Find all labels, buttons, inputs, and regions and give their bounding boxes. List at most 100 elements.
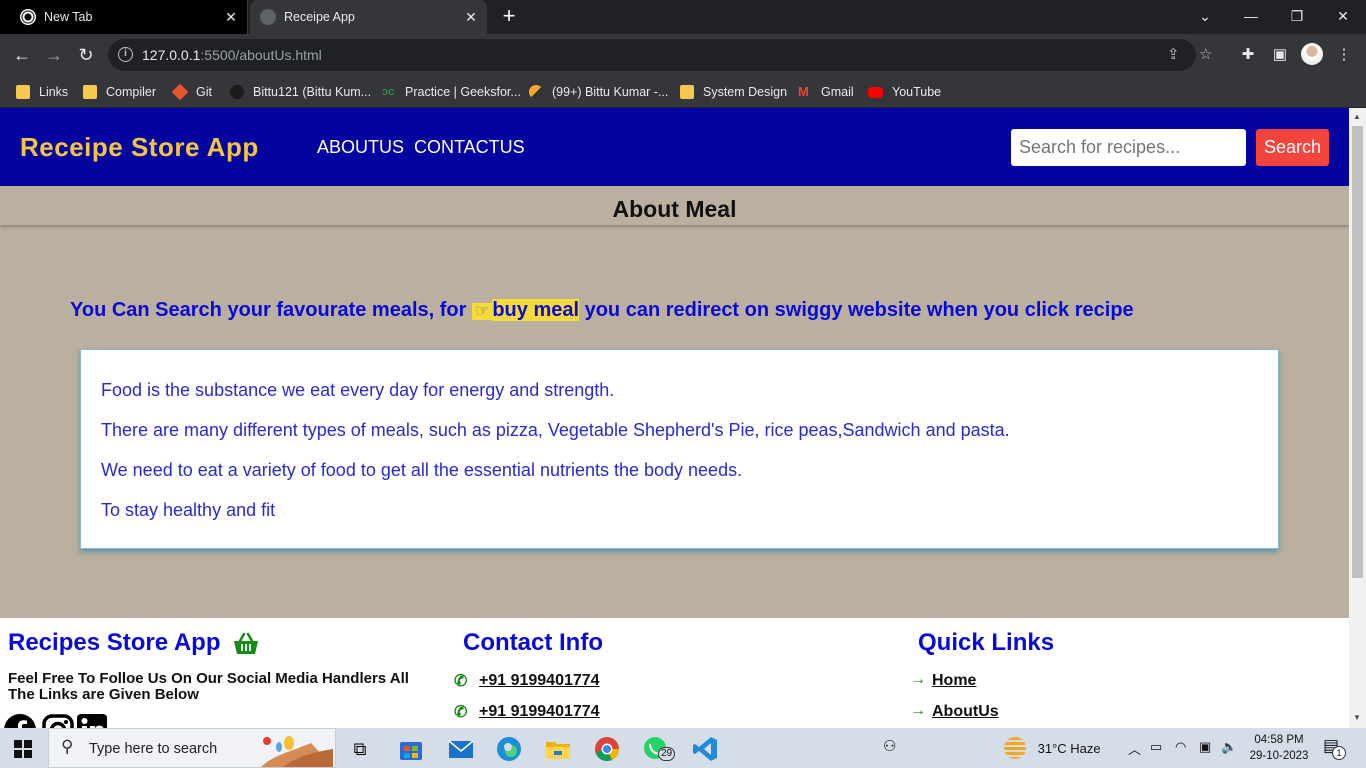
scrollbar-thumb[interactable] xyxy=(1352,126,1363,578)
bookmark-links[interactable]: Links xyxy=(16,83,68,101)
notification-icon[interactable]: ▤ 1 xyxy=(1323,736,1346,760)
bookmark-youtube[interactable]: YouTube xyxy=(868,83,941,101)
about-paragraph: Food is the substance we eat every day f… xyxy=(101,380,615,400)
scroll-up-icon[interactable]: ▲ xyxy=(1353,112,1361,121)
follow-text: Feel Free To Folloe Us On Our Social Med… xyxy=(8,670,409,703)
taskbar-search[interactable]: ⚲ Type here to search xyxy=(48,728,336,768)
chrome-icon xyxy=(20,9,36,25)
facebook-icon[interactable] xyxy=(4,714,36,728)
tagline: You Can Search your favourate meals, for… xyxy=(70,299,1134,322)
menu-icon[interactable]: ⋮ xyxy=(1333,44,1355,66)
back-button[interactable]: ← xyxy=(9,42,35,68)
search-button[interactable]: Search xyxy=(1256,129,1329,166)
clock-date: 29-10-2023 xyxy=(1249,750,1309,762)
tab-title: Receipe App xyxy=(284,10,355,24)
volume-icon[interactable]: 🔈 xyxy=(1221,739,1237,755)
edge-icon[interactable] xyxy=(494,734,524,764)
tab-new-tab[interactable]: New Tab ✕ xyxy=(0,0,248,34)
bookmark-linkedin-profile[interactable]: (99+) Bittu Kumar -... xyxy=(529,83,668,101)
nav-contactus[interactable]: CONTACTUS xyxy=(414,137,525,158)
site-brand[interactable]: Receipe Store App xyxy=(20,132,259,163)
side-panel-icon[interactable]: ▣ xyxy=(1269,44,1291,66)
arrow-right-icon: → xyxy=(910,671,926,688)
bookmark-star-icon[interactable]: ☆ xyxy=(1199,45,1212,63)
pointing-hand-icon: ☞ xyxy=(471,303,493,320)
site-footer: Recipes Store App Feel Free To Folloe Us… xyxy=(0,618,1349,728)
share-icon[interactable]: ⇪ xyxy=(1167,45,1180,63)
bookmark-compiler[interactable]: Compiler xyxy=(83,83,156,101)
folder-icon xyxy=(16,85,30,99)
geeksforgeeks-icon: ↄc xyxy=(382,86,395,98)
phone-icon: ✆ xyxy=(454,673,468,690)
basket-icon xyxy=(234,632,259,654)
folder-icon xyxy=(680,85,694,99)
profile-avatar[interactable] xyxy=(1301,43,1323,65)
phone-icon: ✆ xyxy=(454,704,468,721)
battery-icon[interactable]: ▭ xyxy=(1150,739,1162,755)
bookmark-github[interactable]: Bittu121 (Bittu Kum... xyxy=(230,83,371,101)
bookmark-gmail[interactable]: M Gmail xyxy=(798,83,854,101)
extensions-icon[interactable]: ✚ xyxy=(1237,44,1259,66)
vscode-icon[interactable] xyxy=(690,734,720,764)
windows-taskbar: ⚲ Type here to search ⧉ 29 ⚇ 31°C Haze ︿… xyxy=(0,728,1366,768)
youtube-icon xyxy=(868,86,883,98)
url-text[interactable]: 127.0.0.1:5500/aboutUs.html xyxy=(142,47,322,63)
github-icon xyxy=(230,85,244,99)
about-header: About Meal xyxy=(0,186,1349,225)
minimize-button[interactable]: — xyxy=(1228,0,1274,34)
search-highlight-art-icon xyxy=(261,736,333,767)
tab-title: New Tab xyxy=(44,10,93,24)
close-icon[interactable]: ✕ xyxy=(221,9,241,26)
scroll-down-icon[interactable]: ▼ xyxy=(1353,713,1361,722)
weather-text: 31°C Haze xyxy=(1037,740,1101,756)
tray-chevron-icon[interactable]: ︿ xyxy=(1128,739,1141,758)
restore-button[interactable]: ❐ xyxy=(1274,0,1320,34)
tab-receipe-app[interactable]: Receipe App ✕ xyxy=(250,0,487,34)
bookmark-git[interactable]: Git xyxy=(171,83,212,101)
tagline-text-end: you can redirect on swiggy website when … xyxy=(584,299,1134,321)
forward-button[interactable]: → xyxy=(41,42,67,68)
about-paragraph: There are many different types of meals,… xyxy=(101,420,1010,440)
whatsapp-icon[interactable]: 29 xyxy=(641,734,676,764)
whatsapp-badge: 29 xyxy=(658,747,676,761)
linkedin-icon[interactable] xyxy=(77,714,109,728)
close-icon[interactable]: ✕ xyxy=(461,9,481,26)
nav-aboutus[interactable]: ABOUTUS xyxy=(317,137,404,158)
contact-info-heading: Contact Info xyxy=(463,629,603,656)
new-tab-button[interactable]: + xyxy=(498,5,520,27)
arrow-right-icon: → xyxy=(910,702,926,719)
globe-icon xyxy=(260,9,276,25)
page-viewport: Receipe Store App ABOUTUS CONTACTUS Sear… xyxy=(0,108,1366,728)
wifi-icon[interactable]: ◠ xyxy=(1175,739,1186,755)
clock-time: 04:58 PM xyxy=(1254,734,1304,746)
taskbar-clock[interactable]: 04:58 PM 29-10-2023 xyxy=(1249,732,1309,764)
quick-link-home[interactable]: Home xyxy=(932,672,976,690)
weather-widget[interactable]: 31°C Haze xyxy=(1004,737,1101,759)
people-icon[interactable]: ⚇ xyxy=(883,737,896,755)
microsoft-store-icon[interactable] xyxy=(396,734,426,764)
phone-link[interactable]: +91 9199401774 xyxy=(479,703,600,721)
haze-icon xyxy=(1004,737,1026,759)
task-view-icon[interactable]: ⧉ xyxy=(345,734,375,764)
bookmark-geeksforgeeks[interactable]: ↄc Practice | Geeksfor... xyxy=(382,83,521,101)
tab-search-icon[interactable]: ⌄ xyxy=(1182,0,1228,34)
page-scrollbar[interactable]: ▲ ▼ xyxy=(1349,108,1366,728)
instagram-icon[interactable] xyxy=(42,714,74,728)
reload-button[interactable]: ↻ xyxy=(73,42,99,68)
quick-link-aboutus[interactable]: AboutUs xyxy=(932,703,999,721)
phone-link[interactable]: +91 9199401774 xyxy=(479,672,600,690)
recipe-search-input[interactable] xyxy=(1011,129,1246,166)
window-close-button[interactable]: ✕ xyxy=(1320,0,1366,34)
bookmarks-bar: Links Compiler Git Bittu121 (Bittu Kum..… xyxy=(0,76,1366,108)
codeforces-icon xyxy=(529,85,543,99)
tagline-text: You Can Search your favourate meals, for xyxy=(70,299,467,321)
mail-icon[interactable] xyxy=(446,734,476,764)
file-explorer-icon[interactable] xyxy=(543,734,573,764)
chrome-taskbar-icon[interactable] xyxy=(592,734,622,764)
onedrive-icon[interactable]: ▣ xyxy=(1199,739,1211,755)
site-info-icon[interactable]: i xyxy=(118,47,133,62)
windows-start-icon[interactable] xyxy=(14,740,32,758)
bookmark-system-design[interactable]: System Design xyxy=(680,83,787,101)
address-bar[interactable]: i 127.0.0.1:5500/aboutUs.html ⇪ ☆ xyxy=(108,39,1212,71)
page-title: About Meal xyxy=(612,196,737,222)
